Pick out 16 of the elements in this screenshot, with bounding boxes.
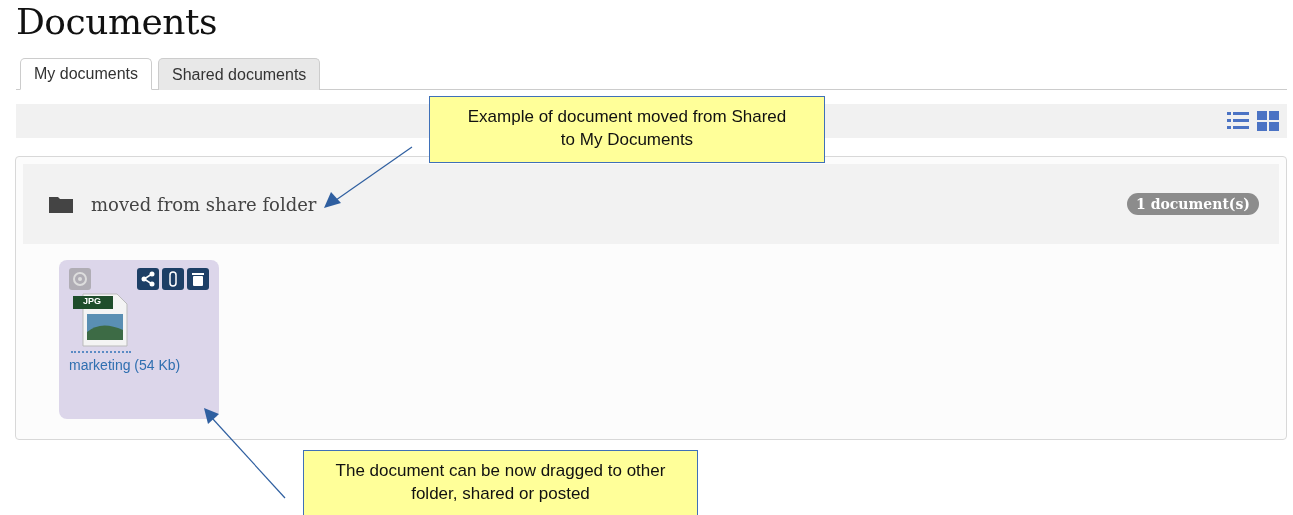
- tab[interactable]: Shared documents: [158, 58, 321, 90]
- page-title: Documents: [15, 0, 218, 44]
- move-handle-icon[interactable]: [69, 268, 91, 290]
- share-icon[interactable]: [137, 268, 159, 290]
- callout-note: The document can be now dragged to other folder, shared or posted: [303, 450, 698, 515]
- trash-icon[interactable]: [187, 268, 209, 290]
- tab[interactable]: My documents: [20, 58, 153, 90]
- callout-note: Example of document moved from Shared to My Documents: [429, 96, 825, 163]
- grid-view-icon[interactable]: [1257, 110, 1279, 132]
- document-count: 1 document(s): [1127, 193, 1259, 215]
- list-view-icon[interactable]: [1227, 110, 1249, 132]
- paperclip-icon[interactable]: [162, 268, 184, 290]
- folder-icon: [49, 195, 73, 213]
- document-link[interactable]: marketing (54 Kb): [69, 357, 209, 373]
- document-card[interactable]: JPG marketing (54 Kb): [59, 260, 219, 419]
- folder-name[interactable]: moved from share folder: [91, 193, 317, 215]
